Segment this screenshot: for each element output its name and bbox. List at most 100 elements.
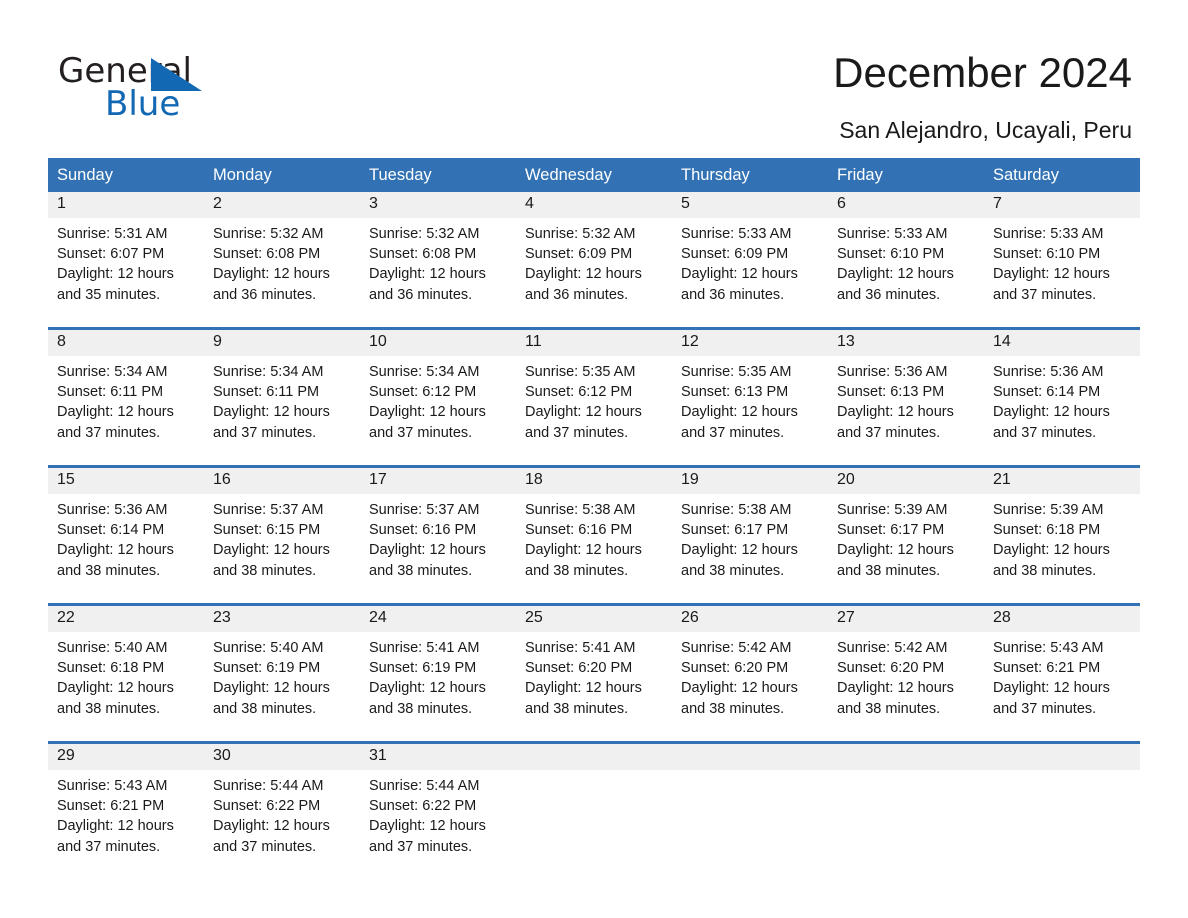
- sunrise-text: Sunrise: 5:33 AM: [993, 226, 1104, 242]
- weekday-header-monday: Monday: [204, 158, 360, 192]
- calendar-day-cell-empty: [984, 741, 1140, 879]
- daylight-text-line1: Daylight: 12 hours: [57, 266, 174, 283]
- day-info: Sunrise: 5:35 AM Sunset: 6:13 PM Dayligh…: [672, 356, 828, 443]
- calendar-day-cell-27[interactable]: 27 Sunrise: 5:42 AM Sunset: 6:20 PM Dayl…: [828, 603, 984, 741]
- daylight-text-line2: and 37 minutes.: [213, 424, 317, 441]
- calendar-day-cell-8[interactable]: 8 Sunrise: 5:34 AM Sunset: 6:11 PM Dayli…: [48, 327, 204, 465]
- day-number: 6: [837, 195, 846, 212]
- weekday-header-tuesday: Tuesday: [360, 158, 516, 192]
- daylight-text-line1: Daylight: 12 hours: [57, 680, 174, 697]
- calendar-day-cell-1[interactable]: 1 Sunrise: 5:31 AM Sunset: 6:07 PM Dayli…: [48, 192, 204, 327]
- daylight-text-line1: Daylight: 12 hours: [681, 404, 798, 421]
- daylight-text-line2: and 37 minutes.: [57, 838, 161, 855]
- daylight-text-line1: Daylight: 12 hours: [837, 542, 954, 559]
- sunset-text: Sunset: 6:10 PM: [993, 246, 1101, 263]
- sunset-text: Sunset: 6:14 PM: [993, 384, 1101, 401]
- calendar-day-cell-29[interactable]: 29 Sunrise: 5:43 AM Sunset: 6:21 PM Dayl…: [48, 741, 204, 879]
- calendar-day-cell-21[interactable]: 21 Sunrise: 5:39 AM Sunset: 6:18 PM Dayl…: [984, 465, 1140, 603]
- daylight-text-line2: and 38 minutes.: [681, 562, 785, 579]
- sunset-text: Sunset: 6:07 PM: [57, 246, 165, 263]
- sunrise-text: Sunrise: 5:36 AM: [837, 364, 948, 380]
- day-info: Sunrise: 5:33 AM Sunset: 6:10 PM Dayligh…: [828, 218, 984, 305]
- calendar-table: Sunday Monday Tuesday Wednesday Thursday…: [48, 158, 1140, 879]
- daylight-text-line2: and 38 minutes.: [525, 562, 629, 579]
- sunrise-text: Sunrise: 5:42 AM: [681, 640, 792, 656]
- calendar-day-cell-25[interactable]: 25 Sunrise: 5:41 AM Sunset: 6:20 PM Dayl…: [516, 603, 672, 741]
- calendar-day-cell-18[interactable]: 18 Sunrise: 5:38 AM Sunset: 6:16 PM Dayl…: [516, 465, 672, 603]
- calendar-day-cell-26[interactable]: 26 Sunrise: 5:42 AM Sunset: 6:20 PM Dayl…: [672, 603, 828, 741]
- sunset-text: Sunset: 6:09 PM: [525, 246, 633, 263]
- daylight-text-line1: Daylight: 12 hours: [369, 542, 486, 559]
- day-number-band: 3: [360, 192, 516, 218]
- sunset-text: Sunset: 6:11 PM: [57, 384, 164, 401]
- day-number-band: 16: [204, 468, 360, 494]
- general-blue-logo[interactable]: General Blue: [58, 52, 318, 124]
- sunset-text: Sunset: 6:10 PM: [837, 246, 945, 263]
- calendar-day-cell-9[interactable]: 9 Sunrise: 5:34 AM Sunset: 6:11 PM Dayli…: [204, 327, 360, 465]
- day-info: Sunrise: 5:38 AM Sunset: 6:16 PM Dayligh…: [516, 494, 672, 581]
- page-title: December 2024: [833, 49, 1132, 96]
- day-number: 16: [213, 471, 231, 488]
- sunset-text: Sunset: 6:08 PM: [213, 246, 321, 263]
- calendar-day-cell-16[interactable]: 16 Sunrise: 5:37 AM Sunset: 6:15 PM Dayl…: [204, 465, 360, 603]
- daylight-text-line2: and 37 minutes.: [213, 838, 317, 855]
- sunset-text: Sunset: 6:13 PM: [837, 384, 945, 401]
- calendar-day-cell-4[interactable]: 4 Sunrise: 5:32 AM Sunset: 6:09 PM Dayli…: [516, 192, 672, 327]
- sunset-text: Sunset: 6:21 PM: [993, 660, 1101, 677]
- daylight-text-line1: Daylight: 12 hours: [681, 680, 798, 697]
- day-number-band: 17: [360, 468, 516, 494]
- day-number-band: 20: [828, 468, 984, 494]
- sunrise-text: Sunrise: 5:39 AM: [837, 502, 948, 518]
- sunset-text: Sunset: 6:14 PM: [57, 522, 165, 539]
- day-number: 26: [681, 609, 699, 626]
- calendar-day-cell-20[interactable]: 20 Sunrise: 5:39 AM Sunset: 6:17 PM Dayl…: [828, 465, 984, 603]
- day-number-band: 8: [48, 330, 204, 356]
- calendar-day-cell-3[interactable]: 3 Sunrise: 5:32 AM Sunset: 6:08 PM Dayli…: [360, 192, 516, 327]
- calendar-day-cell-22[interactable]: 22 Sunrise: 5:40 AM Sunset: 6:18 PM Dayl…: [48, 603, 204, 741]
- daylight-text-line2: and 38 minutes.: [369, 562, 473, 579]
- calendar-day-cell-17[interactable]: 17 Sunrise: 5:37 AM Sunset: 6:16 PM Dayl…: [360, 465, 516, 603]
- calendar-day-cell-14[interactable]: 14 Sunrise: 5:36 AM Sunset: 6:14 PM Dayl…: [984, 327, 1140, 465]
- sunrise-text: Sunrise: 5:40 AM: [57, 640, 168, 656]
- sunset-text: Sunset: 6:19 PM: [213, 660, 321, 677]
- calendar-day-cell-30[interactable]: 30 Sunrise: 5:44 AM Sunset: 6:22 PM Dayl…: [204, 741, 360, 879]
- daylight-text-line1: Daylight: 12 hours: [525, 542, 642, 559]
- calendar-day-cell-28[interactable]: 28 Sunrise: 5:43 AM Sunset: 6:21 PM Dayl…: [984, 603, 1140, 741]
- calendar-day-cell-7[interactable]: 7 Sunrise: 5:33 AM Sunset: 6:10 PM Dayli…: [984, 192, 1140, 327]
- day-number-band: 10: [360, 330, 516, 356]
- daylight-text-line2: and 37 minutes.: [993, 286, 1097, 303]
- day-number-band: 11: [516, 330, 672, 356]
- day-info: Sunrise: 5:31 AM Sunset: 6:07 PM Dayligh…: [48, 218, 204, 305]
- calendar-day-cell-6[interactable]: 6 Sunrise: 5:33 AM Sunset: 6:10 PM Dayli…: [828, 192, 984, 327]
- calendar-day-cell-11[interactable]: 11 Sunrise: 5:35 AM Sunset: 6:12 PM Dayl…: [516, 327, 672, 465]
- daylight-text-line2: and 38 minutes.: [369, 700, 473, 717]
- day-number: 22: [57, 609, 75, 626]
- calendar-day-cell-31[interactable]: 31 Sunrise: 5:44 AM Sunset: 6:22 PM Dayl…: [360, 741, 516, 879]
- day-number: 15: [57, 471, 75, 488]
- day-number-band: 14: [984, 330, 1140, 356]
- day-info: Sunrise: 5:44 AM Sunset: 6:22 PM Dayligh…: [360, 770, 516, 857]
- calendar-page: General Blue December 2024 San Alejandro…: [0, 0, 1188, 918]
- calendar-body: 1 Sunrise: 5:31 AM Sunset: 6:07 PM Dayli…: [48, 192, 1140, 879]
- day-info: Sunrise: 5:41 AM Sunset: 6:20 PM Dayligh…: [516, 632, 672, 719]
- day-number-band: 15: [48, 468, 204, 494]
- day-number-band: 29: [48, 744, 204, 770]
- calendar-day-cell-15[interactable]: 15 Sunrise: 5:36 AM Sunset: 6:14 PM Dayl…: [48, 465, 204, 603]
- day-number: 31: [369, 747, 387, 764]
- calendar-day-cell-10[interactable]: 10 Sunrise: 5:34 AM Sunset: 6:12 PM Dayl…: [360, 327, 516, 465]
- calendar-day-cell-5[interactable]: 5 Sunrise: 5:33 AM Sunset: 6:09 PM Dayli…: [672, 192, 828, 327]
- daylight-text-line1: Daylight: 12 hours: [837, 680, 954, 697]
- calendar-day-cell-24[interactable]: 24 Sunrise: 5:41 AM Sunset: 6:19 PM Dayl…: [360, 603, 516, 741]
- calendar-day-cell-13[interactable]: 13 Sunrise: 5:36 AM Sunset: 6:13 PM Dayl…: [828, 327, 984, 465]
- calendar-day-cell-19[interactable]: 19 Sunrise: 5:38 AM Sunset: 6:17 PM Dayl…: [672, 465, 828, 603]
- sunrise-text: Sunrise: 5:42 AM: [837, 640, 948, 656]
- calendar-day-cell-12[interactable]: 12 Sunrise: 5:35 AM Sunset: 6:13 PM Dayl…: [672, 327, 828, 465]
- daylight-text-line2: and 36 minutes.: [525, 286, 629, 303]
- sunset-text: Sunset: 6:16 PM: [525, 522, 633, 539]
- daylight-text-line2: and 38 minutes.: [837, 700, 941, 717]
- calendar-day-cell-2[interactable]: 2 Sunrise: 5:32 AM Sunset: 6:08 PM Dayli…: [204, 192, 360, 327]
- calendar-day-cell-23[interactable]: 23 Sunrise: 5:40 AM Sunset: 6:19 PM Dayl…: [204, 603, 360, 741]
- sunrise-text: Sunrise: 5:41 AM: [369, 640, 480, 656]
- day-number-band: 18: [516, 468, 672, 494]
- sunrise-text: Sunrise: 5:34 AM: [57, 364, 168, 380]
